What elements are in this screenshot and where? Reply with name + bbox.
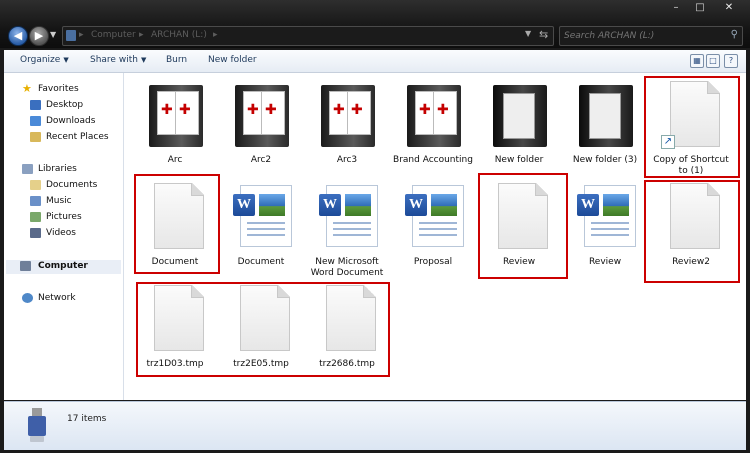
nav-computer[interactable]: Computer bbox=[6, 260, 121, 274]
forward-button[interactable]: ▶ bbox=[29, 26, 49, 46]
back-arrow-icon: ◀ bbox=[13, 29, 23, 42]
breadcrumb-separator[interactable]: ▸ bbox=[79, 30, 84, 40]
pdf-folder-icon: ✚ ✚ bbox=[317, 79, 377, 149]
file-item[interactable]: ✚ ✚ Brand Accounting bbox=[392, 77, 474, 185]
search-box[interactable]: ⚲ bbox=[559, 26, 743, 46]
recent-places-icon bbox=[30, 132, 41, 142]
libraries-icon bbox=[22, 164, 33, 174]
word-document-icon: W bbox=[317, 181, 378, 251]
highlight-box bbox=[478, 173, 568, 279]
usb-drive-icon bbox=[28, 408, 46, 442]
word-document-icon: W bbox=[231, 181, 292, 251]
documents-icon bbox=[30, 180, 41, 190]
file-name: Arc bbox=[167, 155, 183, 165]
share-with-menu[interactable]: Share with ▼ bbox=[90, 55, 146, 65]
file-list: ✚ ✚ Arc ✚ ✚ Arc2 ✚ ✚ Arc3 ✚ ✚ Brand Accounti… bbox=[124, 73, 746, 400]
pdf-folder-icon: ✚ ✚ bbox=[145, 79, 205, 149]
recent-pages-dropdown[interactable]: ▼ bbox=[50, 30, 56, 39]
file-item[interactable]: ✚ ✚ Arc3 bbox=[306, 77, 388, 185]
explorer-window: – □ ✕ ◀ ▶ ▼ ▸ Computer ▸ ARCHAN (L:) ▸ ▼… bbox=[0, 0, 750, 453]
organize-label: Organize bbox=[20, 55, 61, 65]
nav-network-label: Network bbox=[38, 293, 76, 303]
file-name: Arc2 bbox=[250, 155, 272, 165]
folder-icon bbox=[489, 79, 549, 149]
file-item[interactable]: W New Microsoft Word Document bbox=[306, 179, 388, 287]
address-dropdown-icon[interactable]: ▼ bbox=[525, 29, 531, 38]
title-address-bar: – □ ✕ ◀ ▶ ▼ ▸ Computer ▸ ARCHAN (L:) ▸ ▼… bbox=[0, 0, 750, 48]
nav-computer-label: Computer bbox=[38, 261, 88, 271]
downloads-icon bbox=[30, 116, 41, 126]
nav-videos-label: Videos bbox=[46, 228, 76, 238]
file-name: Brand Accounting bbox=[393, 155, 473, 165]
dropdown-arrow-icon: ▼ bbox=[63, 56, 69, 64]
highlight-box bbox=[644, 180, 740, 283]
preview-pane-icon[interactable]: □ bbox=[706, 54, 720, 68]
file-item[interactable]: New folder bbox=[478, 77, 560, 185]
command-bar: Organize ▼ Share with ▼ Burn New folder ▦ … bbox=[4, 50, 746, 73]
file-name: New folder bbox=[494, 155, 544, 165]
forward-arrow-icon: ▶ bbox=[34, 29, 44, 42]
nav-recent-places-label: Recent Places bbox=[46, 132, 109, 142]
file-item[interactable]: W Proposal bbox=[392, 179, 474, 287]
nav-documents-label: Documents bbox=[46, 180, 98, 190]
help-icon[interactable]: ? bbox=[724, 54, 738, 68]
nav-music-label: Music bbox=[46, 196, 72, 206]
new-folder-button[interactable]: New folder bbox=[208, 55, 257, 65]
minimize-button[interactable]: – bbox=[666, 0, 686, 16]
file-name: Document bbox=[237, 257, 285, 267]
file-name: Review bbox=[588, 257, 622, 267]
breadcrumb-separator[interactable]: ▸ bbox=[139, 30, 144, 40]
maximize-button[interactable]: □ bbox=[690, 0, 710, 16]
close-button[interactable]: ✕ bbox=[714, 0, 744, 16]
item-count: 17 items bbox=[67, 414, 107, 424]
burn-button[interactable]: Burn bbox=[166, 55, 187, 65]
nav-favorites-label: Favorites bbox=[38, 84, 79, 94]
nav-desktop-label: Desktop bbox=[46, 100, 84, 110]
file-item[interactable]: New folder (3) bbox=[564, 77, 646, 185]
change-view-icon[interactable]: ▦ bbox=[690, 54, 704, 68]
search-icon[interactable]: ⚲ bbox=[731, 29, 738, 40]
file-name: New Microsoft Word Document bbox=[310, 257, 384, 278]
computer-icon bbox=[20, 261, 31, 271]
back-button[interactable]: ◀ bbox=[8, 26, 28, 46]
dropdown-arrow-icon: ▼ bbox=[140, 56, 147, 64]
highlight-box bbox=[136, 282, 390, 377]
highlight-box bbox=[644, 76, 740, 178]
breadcrumb-computer[interactable]: Computer bbox=[91, 30, 136, 40]
file-item[interactable]: W Document bbox=[220, 179, 302, 287]
navigation-pane: ★ Favorites Desktop Downloads Recent Pla… bbox=[4, 73, 124, 400]
breadcrumb-separator[interactable]: ▸ bbox=[213, 30, 218, 40]
search-input[interactable] bbox=[564, 29, 714, 42]
pictures-icon bbox=[30, 212, 41, 222]
videos-icon bbox=[30, 228, 41, 238]
folder-icon bbox=[575, 79, 635, 149]
pdf-folder-icon: ✚ ✚ bbox=[403, 79, 463, 149]
file-name: Arc3 bbox=[336, 155, 358, 165]
pdf-folder-icon: ✚ ✚ bbox=[231, 79, 291, 149]
file-name: New folder (3) bbox=[572, 155, 638, 165]
network-icon bbox=[22, 293, 33, 303]
nav-pictures-label: Pictures bbox=[46, 212, 82, 222]
file-item[interactable]: ✚ ✚ Arc bbox=[134, 77, 216, 185]
details-pane: 17 items bbox=[4, 401, 746, 450]
desktop-icon bbox=[30, 100, 41, 110]
address-bar[interactable]: ▸ Computer ▸ ARCHAN (L:) ▸ ▼ ⇆ bbox=[62, 26, 554, 46]
file-item[interactable]: ✚ ✚ Arc2 bbox=[220, 77, 302, 185]
music-icon bbox=[30, 196, 41, 206]
refresh-icon[interactable]: ⇆ bbox=[539, 28, 551, 41]
computer-icon bbox=[66, 30, 76, 41]
highlight-box bbox=[134, 174, 220, 274]
nav-libraries-label: Libraries bbox=[38, 164, 77, 174]
word-document-icon: W bbox=[403, 181, 464, 251]
star-icon: ★ bbox=[22, 82, 32, 95]
file-item[interactable]: W Review bbox=[564, 179, 646, 287]
share-with-label: Share with bbox=[90, 55, 138, 65]
breadcrumb-drive[interactable]: ARCHAN (L:) bbox=[151, 30, 207, 40]
word-document-icon: W bbox=[575, 181, 636, 251]
nav-downloads-label: Downloads bbox=[46, 116, 96, 126]
organize-menu[interactable]: Organize ▼ bbox=[20, 55, 69, 65]
file-name: Proposal bbox=[413, 257, 453, 267]
